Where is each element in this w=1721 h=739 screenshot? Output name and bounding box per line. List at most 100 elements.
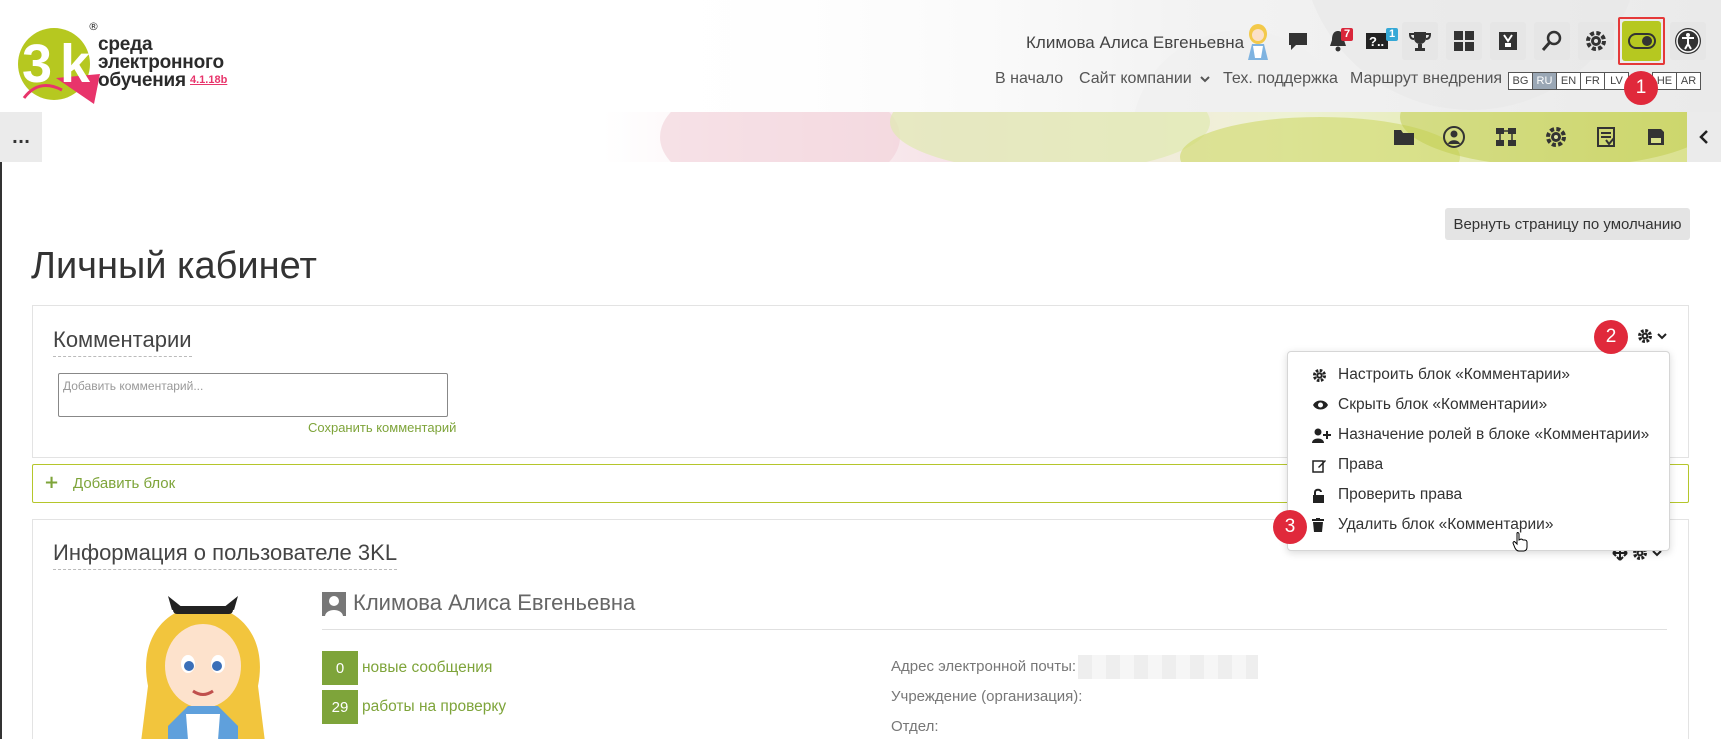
chevron-down-icon (1657, 333, 1667, 340)
cursor-hand-icon (1512, 532, 1528, 556)
notifications-badge: 7 (1341, 28, 1354, 41)
report-icon (1597, 127, 1615, 147)
user-profile-picture (128, 596, 278, 739)
eye-icon (1312, 399, 1338, 411)
organization-label: Учреждение (организация): (891, 688, 1083, 705)
accessibility-icon (1675, 28, 1701, 54)
chevron-down-icon (1200, 76, 1210, 83)
lang-en[interactable]: EN (1556, 72, 1581, 90)
achievements-button[interactable] (1402, 22, 1438, 60)
edit-mode-toggle-frame (1618, 17, 1665, 65)
email-label: Адрес электронной почты: (891, 658, 1077, 675)
step-badge-1: 1 (1624, 71, 1658, 105)
user-settings-icon (1443, 126, 1465, 148)
floppy-icon (1648, 129, 1664, 145)
settings-button[interactable] (1578, 22, 1614, 60)
collapse-drawer-button[interactable] (1687, 112, 1721, 162)
menu-assign-roles[interactable]: Назначение ролей в блоке «Комментарии» (1312, 426, 1649, 444)
chevron-left-icon (1699, 130, 1708, 144)
lang-bg[interactable]: BG (1508, 72, 1533, 90)
logo-version[interactable]: 4.1.18b (190, 74, 227, 86)
assignments-link[interactable]: работы на проверку (362, 698, 506, 716)
menu-check-permissions-label: Проверить права (1338, 486, 1463, 503)
hierarchy-icon (1496, 128, 1516, 146)
menu-configure-block[interactable]: Настроить блок «Комментарии» (1312, 366, 1570, 384)
profile-full-name: Климова Алиса Евгеньевна (353, 590, 636, 615)
menu-hide-block[interactable]: Скрыть блок «Комментарии» (1312, 396, 1547, 414)
gear-icon (1546, 127, 1566, 147)
comments-block-actions[interactable] (1637, 328, 1667, 344)
language-switcher: BG RU EN FR LV HE AR (1508, 72, 1701, 90)
comment-input[interactable]: Добавить комментарий... (58, 373, 448, 417)
chat-icon (1289, 33, 1307, 50)
menu-assign-roles-label: Назначение ролей в блоке «Комментарии» (1338, 426, 1650, 443)
trophy-icon (1408, 32, 1432, 51)
search-button[interactable] (1534, 22, 1570, 60)
gear-icon (1638, 329, 1652, 343)
department-label: Отдел: (891, 718, 939, 735)
dashboard-button[interactable] (1446, 22, 1482, 60)
layout-icon (1454, 31, 1474, 51)
unlock-icon (1312, 488, 1338, 503)
save-comment-link[interactable]: Сохранить комментарий (308, 420, 456, 435)
nav-home-link[interactable]: В начало (995, 70, 1063, 88)
menu-permissions[interactable]: Права (1312, 456, 1383, 474)
notifications-button[interactable]: 7 (1320, 22, 1356, 60)
accessibility-button[interactable] (1670, 22, 1706, 60)
user-icon (322, 592, 346, 616)
menu-check-permissions[interactable]: Проверить права (1312, 486, 1462, 504)
site-header: 3 k ® среда электронного обучения 4.1.18… (0, 0, 1721, 112)
user-info-block-title: Информация о пользователе 3KL (53, 540, 398, 570)
site-settings-button[interactable] (1543, 124, 1569, 150)
nav-support-link[interactable]: Тех. поддержка (1223, 70, 1338, 88)
edit-icon (1312, 458, 1338, 473)
nav-route-link[interactable]: Маршрут внедрения (1350, 70, 1502, 88)
more-button[interactable]: ... (0, 112, 42, 162)
step-badge-3: 3 (1273, 510, 1307, 544)
reports-button[interactable] (1593, 124, 1619, 150)
courses-button[interactable] (1490, 22, 1526, 60)
new-messages-count[interactable]: 0 (322, 651, 358, 685)
user-plus-icon (1312, 428, 1338, 443)
lang-fr[interactable]: FR (1580, 72, 1605, 90)
lang-ar[interactable]: AR (1676, 72, 1701, 90)
step-badge-2: 2 (1594, 320, 1628, 354)
left-edge-line (0, 162, 2, 739)
header-avatar[interactable] (1242, 22, 1274, 60)
edit-mode-toggle[interactable] (1622, 21, 1661, 61)
email-value-redacted (1078, 655, 1258, 679)
puzzle-icon (1499, 32, 1517, 50)
help-badge: 1 (1386, 28, 1399, 41)
header-user-name[interactable]: Климова Алиса Евгеньевна (1026, 33, 1244, 53)
svg-text:3: 3 (22, 34, 52, 94)
menu-configure-label: Настроить блок «Комментарии» (1338, 366, 1571, 383)
lang-ru[interactable]: RU (1532, 72, 1557, 90)
toggle-icon (1627, 33, 1656, 49)
page-title: Личный кабинет (31, 245, 317, 287)
add-block-label: Добавить блок (73, 475, 176, 492)
trash-icon (1312, 518, 1338, 532)
gear-icon (1312, 368, 1338, 383)
files-button[interactable] (1391, 124, 1417, 150)
nav-company-site-label: Сайт компании (1079, 70, 1192, 87)
profile-divider (322, 629, 1667, 630)
new-messages-link[interactable]: новые сообщения (362, 659, 492, 677)
menu-permissions-label: Права (1338, 456, 1384, 473)
comments-block-title: Комментарии (53, 327, 192, 357)
svg-text:k: k (60, 34, 91, 94)
reset-page-button[interactable]: Вернуть страницу по умолчанию (1445, 208, 1690, 240)
svg-text:?..: ?.. (1369, 34, 1384, 49)
folder-icon (1394, 130, 1414, 145)
nav-company-site[interactable]: Сайт компании (1079, 70, 1210, 88)
logo-registered-mark: ® (88, 20, 99, 33)
assignments-count[interactable]: 29 (322, 690, 358, 724)
organization-button[interactable] (1493, 124, 1519, 150)
block-actions-menu: Настроить блок «Комментарии» Скрыть блок… (1287, 351, 1670, 552)
save-tool-button[interactable] (1643, 124, 1669, 150)
search-icon (1541, 30, 1562, 51)
profile-tool-button[interactable] (1441, 124, 1467, 150)
secondary-toolbar: ... (0, 112, 1721, 162)
messages-button[interactable] (1280, 22, 1316, 60)
help-button[interactable]: ?.. 1 (1362, 22, 1399, 60)
menu-hide-label: Скрыть блок «Комментарии» (1338, 396, 1548, 413)
